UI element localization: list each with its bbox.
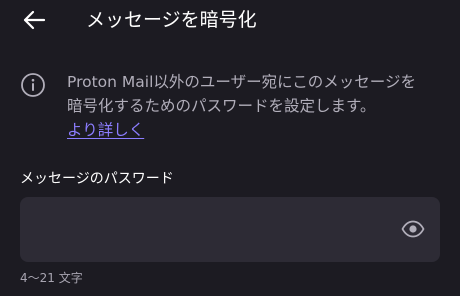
eye-icon [401,220,425,238]
page-title: メッセージを暗号化 [86,9,257,31]
info-line-2: 暗号化するためのパスワードを設定します。 [67,97,376,115]
password-input[interactable] [34,197,398,264]
password-input-container [20,197,440,264]
arrow-left-icon [23,10,46,30]
info-line-1: Proton Mail以外のユーザー宛にこのメッセージを [67,73,416,91]
password-field-label: メッセージのパスワード [20,171,174,187]
back-button[interactable] [20,8,48,32]
top-bar: メッセージを暗号化 [0,0,460,40]
info-message: Proton Mail以外のユーザー宛にこのメッセージを 暗号化するためのパスワ… [67,70,452,142]
password-length-hint: 4〜21 文字 [20,271,83,285]
learn-more-link[interactable]: より詳しく [67,118,144,142]
toggle-password-visibility-button[interactable] [400,218,426,240]
info-circle-icon [21,73,45,97]
